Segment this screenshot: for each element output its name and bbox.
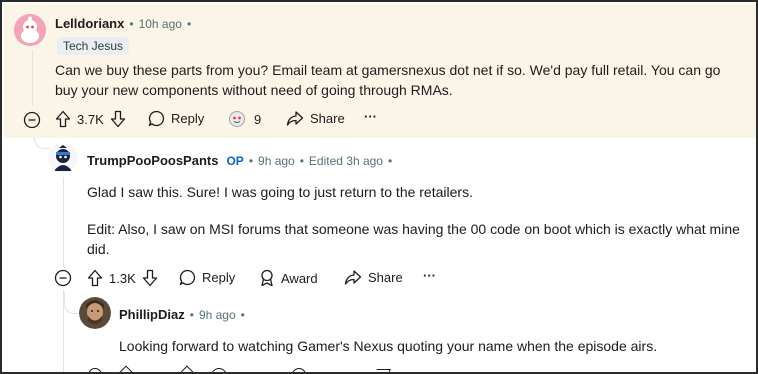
upvote-icon[interactable] — [87, 269, 103, 287]
comment-body: Looking forward to watching Gamer's Nexu… — [119, 338, 658, 354]
collapse-icon[interactable] — [23, 111, 41, 129]
avatar[interactable] — [48, 143, 78, 173]
award-ribbon-icon — [259, 269, 275, 287]
share-button[interactable]: Share — [286, 110, 345, 127]
separator: • — [240, 307, 245, 322]
thread-line — [63, 177, 64, 267]
comment-header: Lelldorianx • 10h ago • — [55, 16, 191, 31]
timestamp[interactable]: 9h ago — [258, 154, 295, 168]
vote-count: 1.3K — [109, 270, 136, 286]
downvote-icon[interactable] — [178, 365, 196, 372]
comment-header: TrumpPooPoosPants OP • 9h ago • Edited 3… — [87, 153, 392, 168]
collapse-icon[interactable] — [88, 368, 102, 372]
vote-group: 1.3K — [87, 269, 158, 287]
separator: • — [387, 153, 393, 168]
username[interactable]: PhillipDiaz — [119, 307, 185, 322]
separator: • — [299, 153, 304, 168]
thread-connector — [34, 137, 50, 149]
comment-bubble-icon[interactable] — [211, 368, 227, 372]
separator: • — [129, 16, 134, 31]
username[interactable]: TrumpPooPoosPants — [87, 153, 218, 168]
thread-connector — [64, 292, 80, 314]
comment-body-edit: Edit: Also, I saw on MSI forums that som… — [87, 221, 740, 257]
separator: • — [186, 16, 192, 31]
edited-label: Edited 3h ago — [308, 153, 383, 168]
award-badge-icon — [228, 110, 246, 128]
vote-group: 3.7K — [55, 110, 126, 128]
collapse-icon[interactable] — [54, 269, 72, 287]
reply-button[interactable]: Reply — [179, 269, 235, 286]
op-badge: OP — [226, 153, 244, 168]
upvote-icon[interactable] — [117, 365, 135, 372]
reply-button[interactable]: Reply — [148, 110, 204, 127]
separator: • — [248, 153, 254, 168]
award-ribbon-icon[interactable] — [292, 368, 306, 372]
share-arrow-icon — [286, 110, 304, 127]
downvote-icon[interactable] — [142, 269, 158, 287]
downvote-icon[interactable] — [110, 110, 126, 128]
award-label: Award — [281, 270, 318, 286]
timestamp[interactable]: 9h ago — [199, 308, 236, 322]
comment-bubble-icon — [179, 269, 196, 286]
user-flair: Tech Jesus — [57, 37, 130, 55]
award-button[interactable]: Award — [259, 269, 318, 287]
share-arrow-icon[interactable] — [373, 369, 391, 372]
avatar[interactable] — [14, 14, 46, 46]
vote-count: 3.7K — [77, 111, 104, 127]
more-options-button[interactable]: ··· — [423, 268, 436, 283]
comment-body: Glad I saw this. Sure! I was going to ju… — [87, 184, 473, 200]
avatar[interactable] — [79, 297, 111, 329]
timestamp[interactable]: 10h ago — [139, 17, 182, 31]
separator: • — [189, 307, 194, 322]
reply-label: Reply — [171, 111, 205, 126]
thread-line — [32, 50, 33, 106]
username[interactable]: Lelldorianx — [55, 16, 124, 31]
share-label: Share — [368, 270, 403, 285]
share-label: Share — [310, 111, 345, 126]
share-button[interactable]: Share — [344, 269, 403, 286]
reply-label: Reply — [202, 270, 236, 285]
share-arrow-icon — [344, 269, 362, 286]
award-count: 9 — [254, 111, 262, 127]
comment-thread: Lelldorianx • 10h ago • Tech Jesus Can w… — [0, 0, 758, 374]
comment-header: PhillipDiaz • 9h ago • — [119, 307, 245, 322]
more-options-button[interactable]: ··· — [364, 109, 377, 124]
upvote-icon[interactable] — [55, 110, 71, 128]
award-button[interactable]: 9 — [228, 110, 261, 128]
comment-body: Can we buy these parts from you? Email t… — [55, 62, 721, 98]
comment-bubble-icon — [148, 110, 165, 127]
